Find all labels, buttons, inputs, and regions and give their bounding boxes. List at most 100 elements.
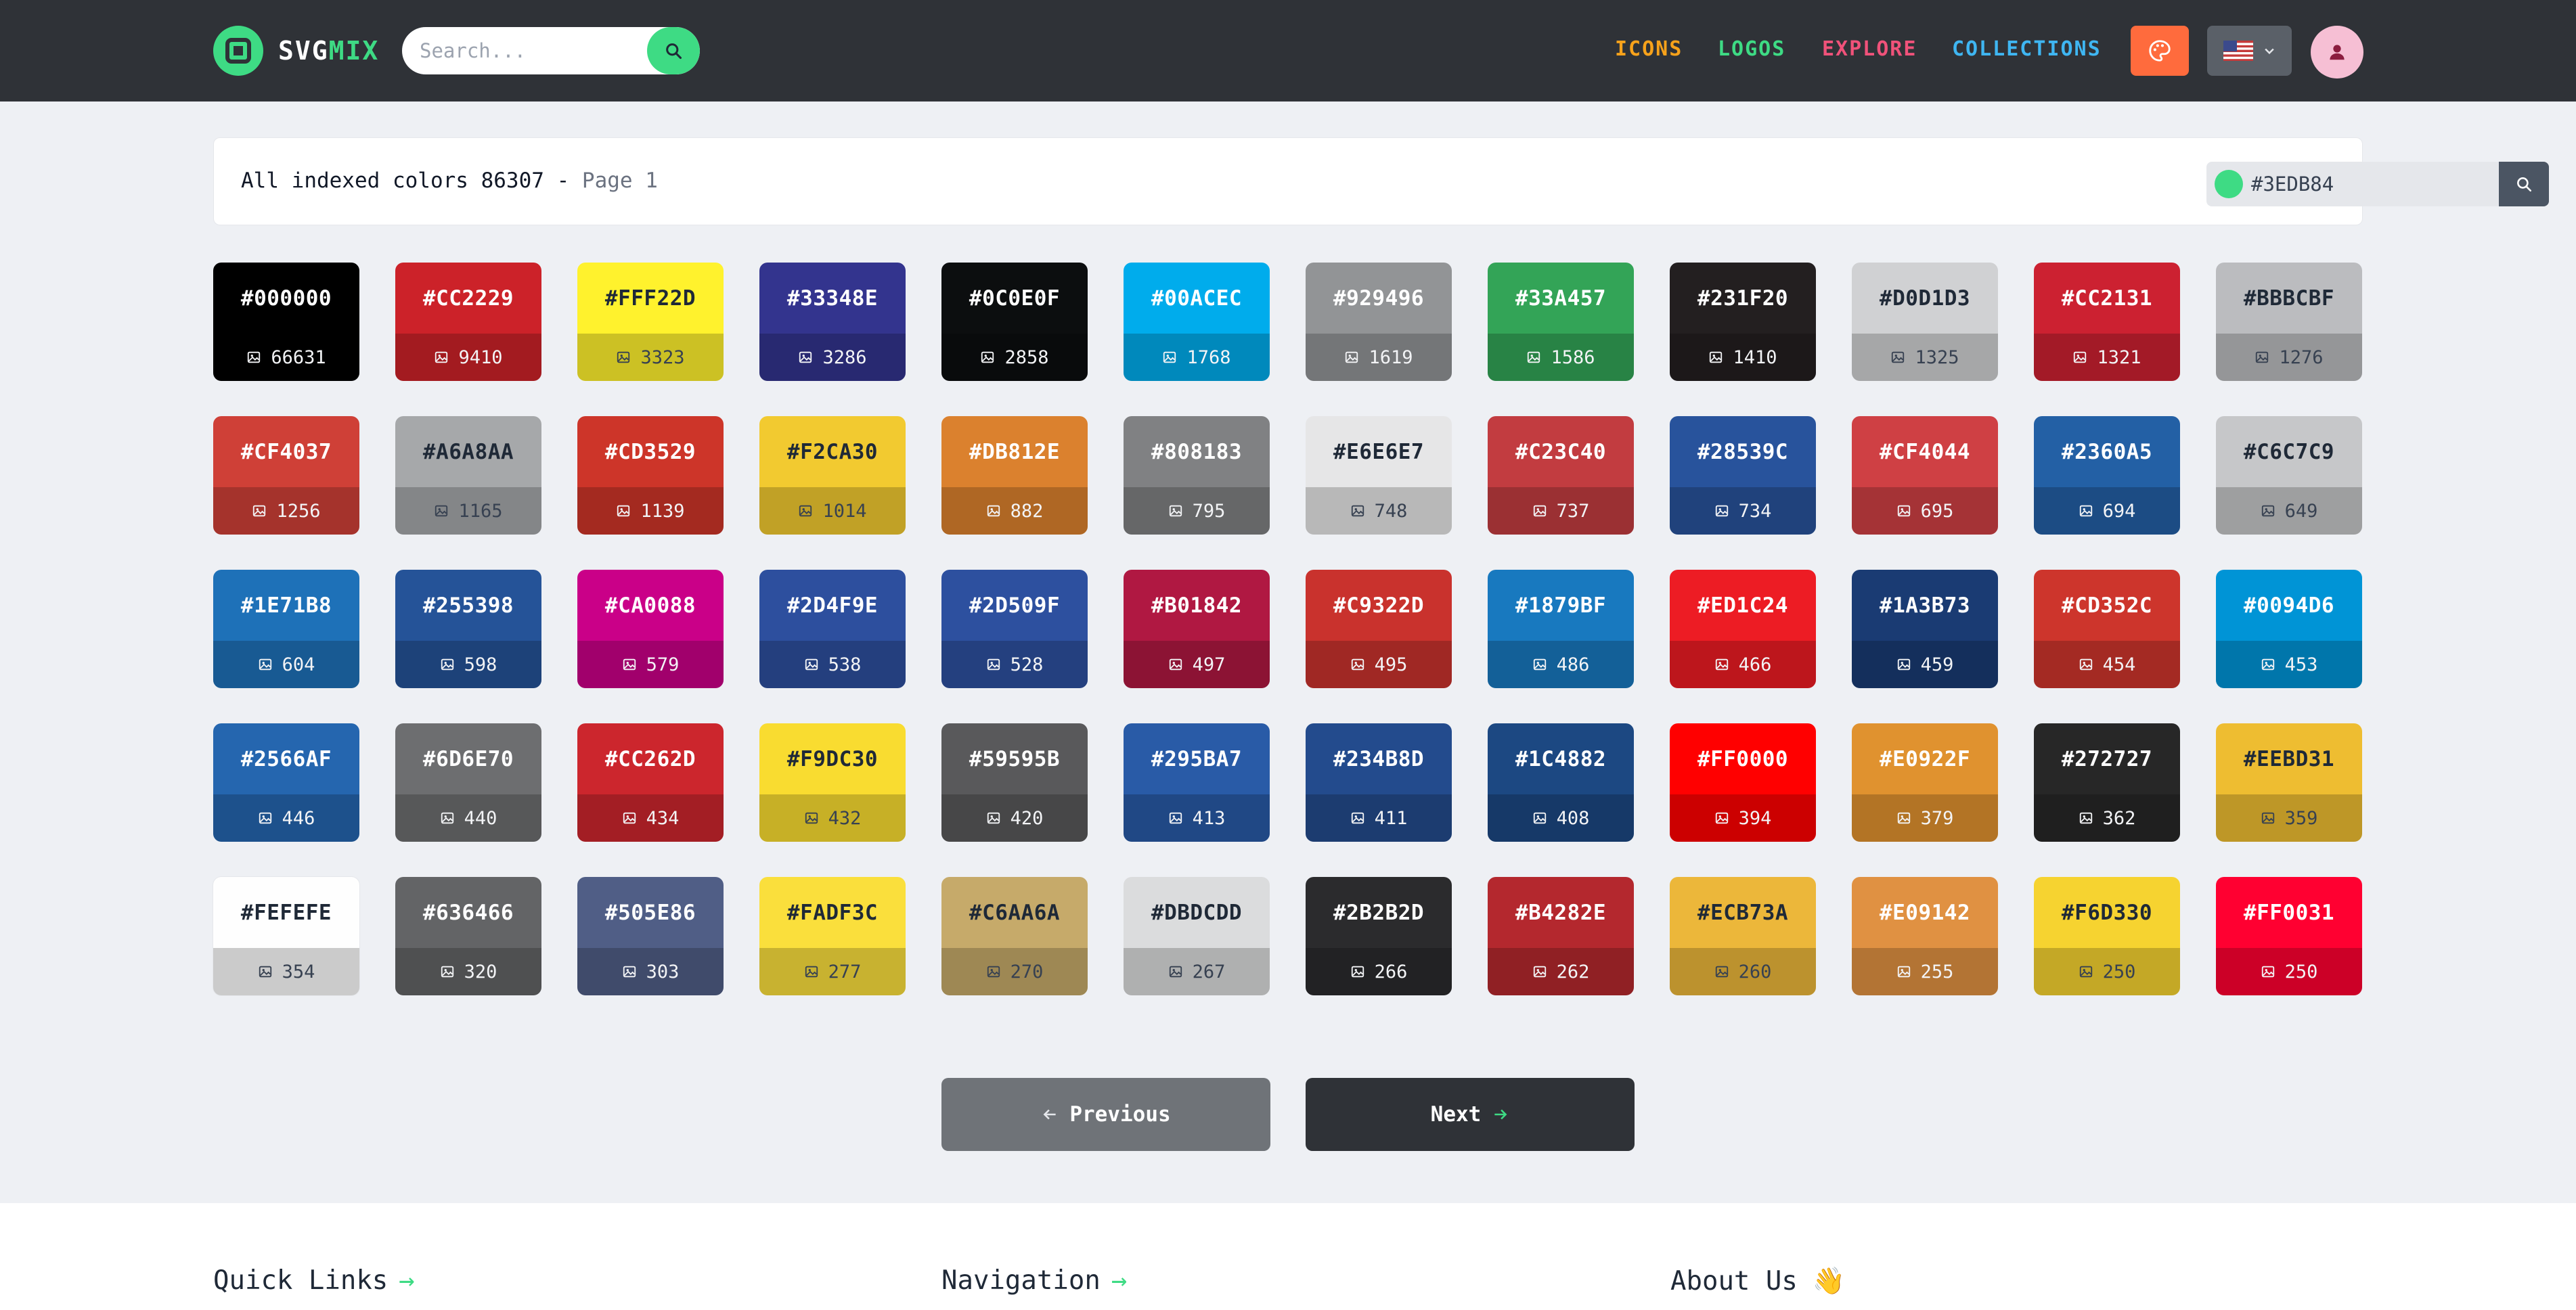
- color-swatch[interactable]: #C9322D 495: [1306, 570, 1452, 688]
- color-swatch[interactable]: #E6E6E7 748: [1306, 416, 1452, 535]
- color-swatch[interactable]: #F9DC30 432: [759, 723, 906, 842]
- color-swatch[interactable]: #CF4044 695: [1852, 416, 1998, 535]
- usage-count-value: 354: [282, 961, 315, 982]
- color-swatch[interactable]: #DB812E 882: [941, 416, 1088, 535]
- color-swatch[interactable]: #0C0E0F 2858: [941, 263, 1088, 381]
- color-swatch[interactable]: #33A457 1586: [1488, 263, 1634, 381]
- color-preview-dot[interactable]: [2215, 170, 2243, 198]
- nav-explore[interactable]: EXPLORE: [1822, 37, 1917, 61]
- color-swatch[interactable]: #FF0000 394: [1670, 723, 1816, 842]
- color-swatch[interactable]: #CC2131 1321: [2034, 263, 2180, 381]
- color-swatch[interactable]: #2566AF 446: [213, 723, 359, 842]
- color-hex-label: #6D6E70: [422, 746, 514, 771]
- image-icon: [441, 966, 453, 978]
- color-swatch[interactable]: #1E71B8 604: [213, 570, 359, 688]
- usage-count-value: 379: [1920, 807, 1954, 829]
- color-swatch[interactable]: #272727 362: [2034, 723, 2180, 842]
- color-swatch[interactable]: #E0922F 379: [1852, 723, 1998, 842]
- color-swatch[interactable]: #BBBCBF 1276: [2216, 263, 2362, 381]
- color-swatch[interactable]: #505E86 303: [577, 877, 724, 995]
- search-icon: [666, 43, 682, 60]
- color-swatch[interactable]: #28539C 734: [1670, 416, 1816, 535]
- color-hex-label: #C6C7C9: [2243, 439, 2335, 464]
- color-swatch[interactable]: #000000 66631: [213, 263, 359, 381]
- color-usage-count: 320: [395, 948, 541, 995]
- color-swatch[interactable]: #A6A8AA 1165: [395, 416, 541, 535]
- color-swatch[interactable]: #CC2229 9410: [395, 263, 541, 381]
- image-icon: [623, 812, 636, 824]
- footer-about-us: About Us 👋: [1670, 1265, 1846, 1297]
- color-swatch[interactable]: #F2CA30 1014: [759, 416, 906, 535]
- color-swatch[interactable]: #231F20 1410: [1670, 263, 1816, 381]
- usage-count-value: 579: [646, 654, 680, 675]
- image-icon: [1351, 505, 1364, 517]
- color-swatch[interactable]: #1C4882 408: [1488, 723, 1634, 842]
- image-icon: [617, 505, 630, 517]
- search-button[interactable]: [647, 27, 700, 74]
- color-swatch[interactable]: #ECB73A 260: [1670, 877, 1816, 995]
- color-usage-count: 1325: [1852, 334, 1998, 381]
- color-swatch[interactable]: #2D509F 528: [941, 570, 1088, 688]
- color-swatch[interactable]: #C6AA6A 270: [941, 877, 1088, 995]
- usage-count-value: 66631: [271, 346, 326, 368]
- nav-logos[interactable]: LOGOS: [1718, 37, 1785, 61]
- color-swatch[interactable]: #D0D1D3 1325: [1852, 263, 1998, 381]
- color-hex-label: #272727: [2061, 746, 2153, 771]
- color-swatch[interactable]: #CD352C 454: [2034, 570, 2180, 688]
- color-swatch[interactable]: #FADF3C 277: [759, 877, 906, 995]
- color-swatch[interactable]: #B01842 497: [1124, 570, 1270, 688]
- color-swatch[interactable]: #CA0088 579: [577, 570, 724, 688]
- usage-count-value: 1325: [1915, 346, 1959, 368]
- color-swatch[interactable]: #CD3529 1139: [577, 416, 724, 535]
- color-swatch[interactable]: #59595B 420: [941, 723, 1088, 842]
- usage-count-value: 538: [828, 654, 862, 675]
- color-swatch[interactable]: #6D6E70 440: [395, 723, 541, 842]
- color-hex-input[interactable]: [2251, 162, 2474, 206]
- image-icon: [1715, 812, 1728, 824]
- color-hex-label: #E6E6E7: [1333, 439, 1425, 464]
- color-swatch[interactable]: #1879BF 486: [1488, 570, 1634, 688]
- usage-count-value: 604: [282, 654, 315, 675]
- image-icon: [1897, 505, 1910, 517]
- previous-button[interactable]: Previous: [941, 1078, 1270, 1151]
- color-swatch[interactable]: #929496 1619: [1306, 263, 1452, 381]
- nav-collections[interactable]: COLLECTIONS: [1952, 37, 2102, 61]
- color-search-button[interactable]: [2499, 162, 2549, 206]
- palette-button[interactable]: [2131, 26, 2189, 76]
- color-swatch[interactable]: #FF0031 250: [2216, 877, 2362, 995]
- nav-icons[interactable]: ICONS: [1615, 37, 1683, 61]
- color-swatch[interactable]: #DBDCDD 267: [1124, 877, 1270, 995]
- color-swatch[interactable]: #ED1C24 466: [1670, 570, 1816, 688]
- color-swatch[interactable]: #B4282E 262: [1488, 877, 1634, 995]
- color-swatch[interactable]: #234B8D 411: [1306, 723, 1452, 842]
- color-hex-label: #231F20: [1697, 286, 1789, 311]
- color-swatch[interactable]: #2D4F9E 538: [759, 570, 906, 688]
- color-swatch[interactable]: #FFF22D 3323: [577, 263, 724, 381]
- logo[interactable]: SVGMIX: [213, 26, 379, 76]
- search-input[interactable]: [402, 27, 646, 74]
- color-swatch[interactable]: #EEBD31 359: [2216, 723, 2362, 842]
- color-swatch[interactable]: #295BA7 413: [1124, 723, 1270, 842]
- color-swatch[interactable]: #33348E 3286: [759, 263, 906, 381]
- color-swatch[interactable]: #FEFEFE 354: [213, 877, 359, 995]
- color-swatch[interactable]: #E09142 255: [1852, 877, 1998, 995]
- color-swatch[interactable]: #2B2B2D 266: [1306, 877, 1452, 995]
- color-swatch[interactable]: #00ACEC 1768: [1124, 263, 1270, 381]
- color-hex-label: #CF4044: [1879, 439, 1971, 464]
- color-swatch[interactable]: #C23C40 737: [1488, 416, 1634, 535]
- color-usage-count: 454: [2034, 641, 2180, 688]
- color-swatch[interactable]: #255398 598: [395, 570, 541, 688]
- color-swatch[interactable]: #636466 320: [395, 877, 541, 995]
- language-selector[interactable]: [2207, 26, 2292, 76]
- color-swatch[interactable]: #CF4037 1256: [213, 416, 359, 535]
- color-swatch[interactable]: #CC262D 434: [577, 723, 724, 842]
- usage-count-value: 270: [1010, 961, 1044, 982]
- color-swatch[interactable]: #0094D6 453: [2216, 570, 2362, 688]
- user-avatar[interactable]: [2311, 26, 2363, 78]
- color-swatch[interactable]: #808183 795: [1124, 416, 1270, 535]
- color-swatch[interactable]: #C6C7C9 649: [2216, 416, 2362, 535]
- color-swatch[interactable]: #F6D330 250: [2034, 877, 2180, 995]
- color-swatch[interactable]: #1A3B73 459: [1852, 570, 1998, 688]
- next-button[interactable]: Next: [1306, 1078, 1635, 1151]
- color-swatch[interactable]: #2360A5 694: [2034, 416, 2180, 535]
